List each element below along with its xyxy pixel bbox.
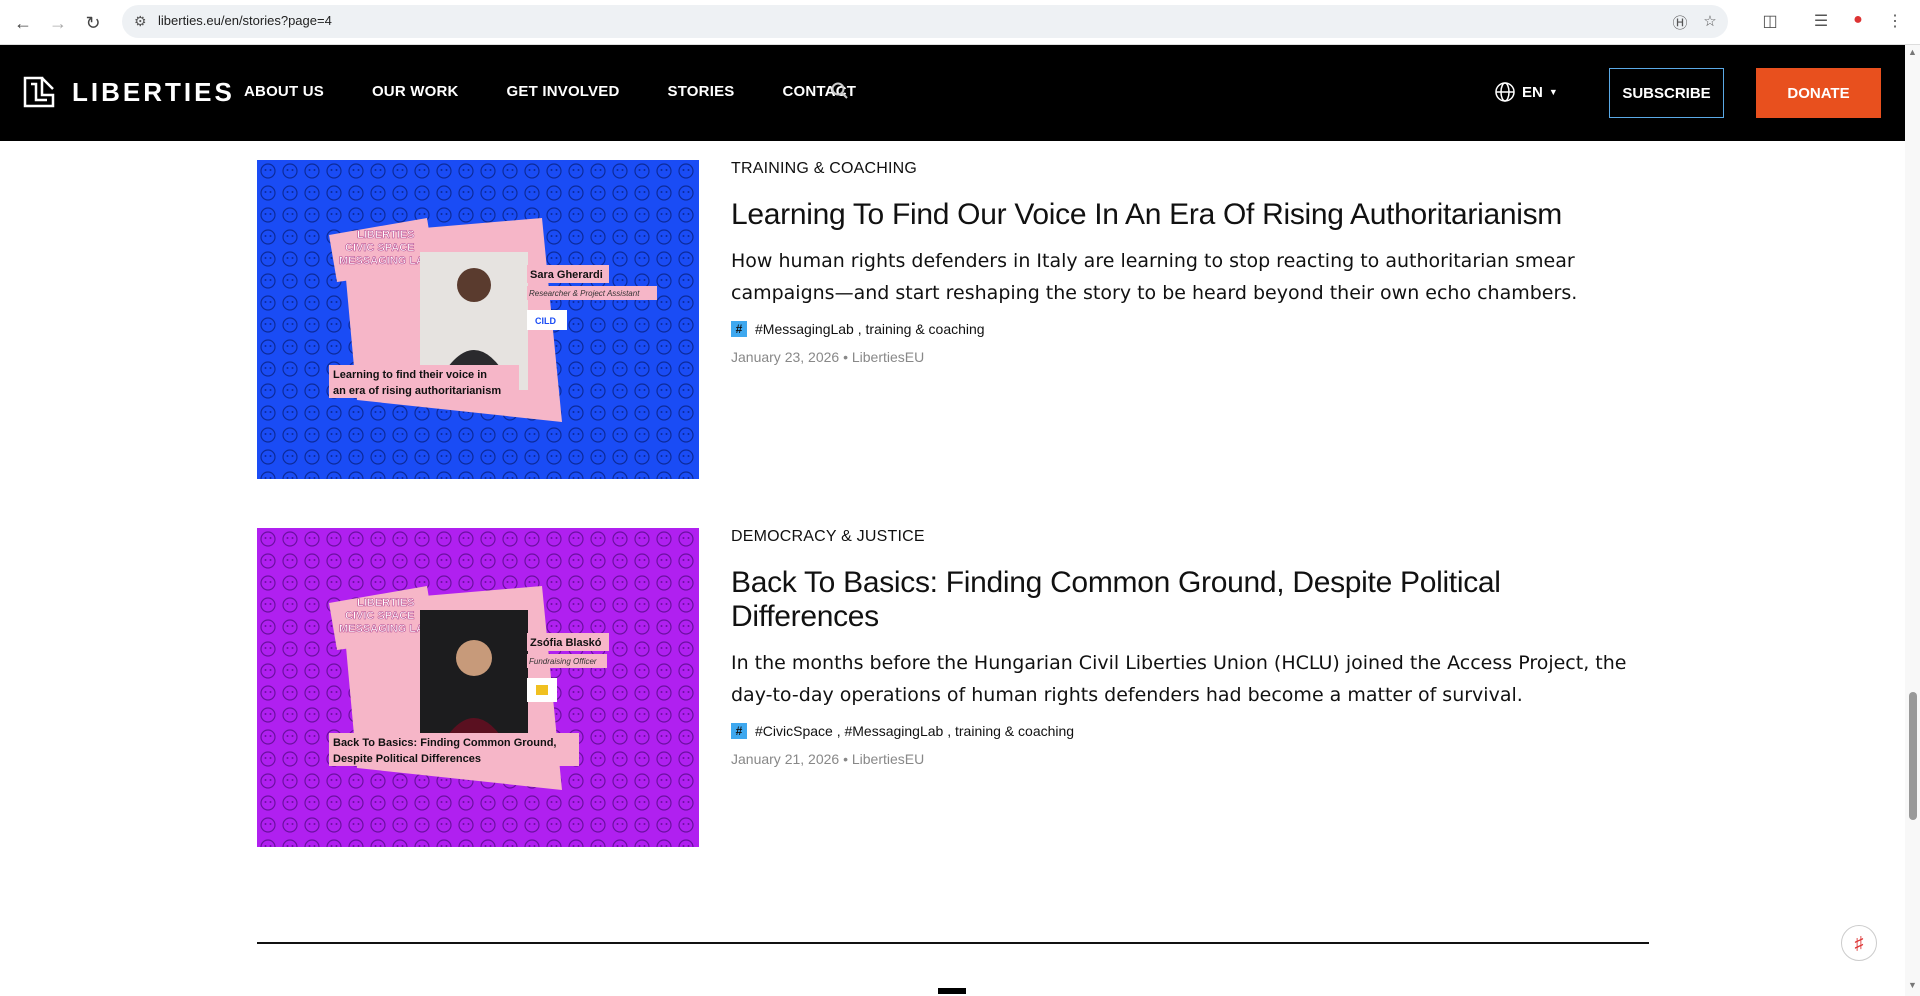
nav-our-work[interactable]: OUR WORK <box>372 83 459 100</box>
subscribe-button[interactable]: SUBSCRIBE <box>1609 68 1724 118</box>
hashtag-icon: # <box>731 723 747 739</box>
org-logo: CILD <box>535 316 556 326</box>
person-role: Researcher & Project Assistant <box>529 289 640 298</box>
menu-icon[interactable]: ⋮ <box>1884 11 1906 33</box>
story-thumbnail-graphic: LIBERTIES CIVIC SPACE MESSAGING LAB Zsófia… <box>257 528 699 847</box>
thumb-caption-line2: an era of rising authoritarianism <box>333 385 501 397</box>
story-tags: # #CivicSpace , #MessagingLab , training… <box>731 723 1651 739</box>
site-header: LIBERTIES ABOUT US OUR WORK GET INVOLVED… <box>0 45 1905 141</box>
nav-stories[interactable]: STORIES <box>668 83 735 100</box>
bookmark-star-icon[interactable]: ☆ <box>1700 12 1720 32</box>
story-thumbnail[interactable]: LIBERTIES CIVIC SPACE MESSAGING LAB Zsófia… <box>257 528 699 847</box>
page-scrollbar[interactable]: ▲ ▼ <box>1905 45 1920 996</box>
nav-get-involved[interactable]: GET INVOLVED <box>507 83 620 100</box>
thumb-caption-line2: Despite Political Differences <box>333 753 481 765</box>
story-title[interactable]: Learning To Find Our Voice In An Era Of … <box>731 198 1651 232</box>
person-name: Zsófia Blaskó <box>530 637 602 649</box>
person-role: Fundraising Officer <box>529 657 597 666</box>
story-tags-text[interactable]: #MessagingLab , training & coaching <box>755 321 985 337</box>
nav-about-us[interactable]: ABOUT US <box>244 83 324 100</box>
person-name: Sara Gherardi <box>530 269 603 281</box>
url-text[interactable]: liberties.eu/en/stories?page=4 <box>158 13 332 28</box>
globe-icon <box>1495 82 1515 102</box>
story-excerpt: In the months before the Hungarian Civil… <box>731 652 1627 706</box>
scroll-up-icon[interactable]: ▲ <box>1908 48 1917 57</box>
story-tags: # #MessagingLab , training & coaching <box>731 321 1651 337</box>
liberties-logo-icon <box>23 76 55 108</box>
story-excerpt: How human rights defenders in Italy are … <box>731 250 1578 304</box>
liberties-logo[interactable]: LIBERTIES <box>22 75 235 109</box>
search-icon[interactable] <box>830 81 850 101</box>
scrollbar-thumb[interactable] <box>1909 692 1917 820</box>
reload-icon[interactable]: ↻ <box>80 10 106 36</box>
story-thumbnail[interactable]: LIBERTIES CIVIC SPACE MESSAGING LAB Sara G… <box>257 160 699 479</box>
site-settings-icon[interactable]: ⚙ <box>134 13 152 31</box>
story-category[interactable]: TRAINING & COACHING <box>731 160 1651 178</box>
profile-icon[interactable]: ● <box>1847 11 1869 33</box>
scroll-down-icon[interactable]: ▼ <box>1908 981 1917 990</box>
extensions-icon[interactable]: ◫ <box>1759 11 1781 33</box>
story-category[interactable]: DEMOCRACY & JUSTICE <box>731 528 1651 546</box>
thumb-caption-line1: Learning to find their voice in <box>333 369 487 381</box>
pdf-icon[interactable]: ♯ <box>1841 925 1877 961</box>
pagination-marker[interactable] <box>938 988 966 994</box>
story-body: DEMOCRACY & JUSTICE Back To Basics: Find… <box>731 528 1651 767</box>
back-icon[interactable]: ← <box>10 10 36 36</box>
story-thumbnail-graphic: LIBERTIES CIVIC SPACE MESSAGING LAB Sara G… <box>257 160 699 479</box>
story-tags-text[interactable]: #CivicSpace , #MessagingLab , training &… <box>755 723 1074 739</box>
media-controls-icon[interactable]: ☰ <box>1810 11 1832 33</box>
donate-button[interactable]: DONATE <box>1756 68 1881 118</box>
language-selector[interactable]: EN ▼ <box>1494 81 1558 103</box>
browser-toolbar: ← → ↻ ⚙ liberties.eu/en/stories?page=4 Ⓗ… <box>0 0 1920 45</box>
hashtag-icon: # <box>731 321 747 337</box>
story-meta: January 21, 2026 • LibertiesEU <box>731 751 925 767</box>
language-label: EN <box>1522 83 1543 101</box>
forward-icon[interactable]: → <box>45 10 71 36</box>
address-bar[interactable]: ⚙ liberties.eu/en/stories?page=4 Ⓗ ☆ <box>122 5 1728 38</box>
section-divider <box>257 942 1649 944</box>
story-title[interactable]: Back To Basics: Finding Common Ground, D… <box>731 566 1651 634</box>
story-meta: January 23, 2026 • LibertiesEU <box>731 349 925 365</box>
main-nav: ABOUT US OUR WORK GET INVOLVED STORIES C… <box>244 83 856 100</box>
translate-icon[interactable]: Ⓗ <box>1670 12 1690 32</box>
logo-text: LIBERTIES <box>72 76 235 107</box>
chevron-down-icon: ▼ <box>1548 87 1558 97</box>
thumb-caption-line1: Back To Basics: Finding Common Ground, <box>333 737 556 749</box>
story-body: TRAINING & COACHING Learning To Find Our… <box>731 160 1651 365</box>
